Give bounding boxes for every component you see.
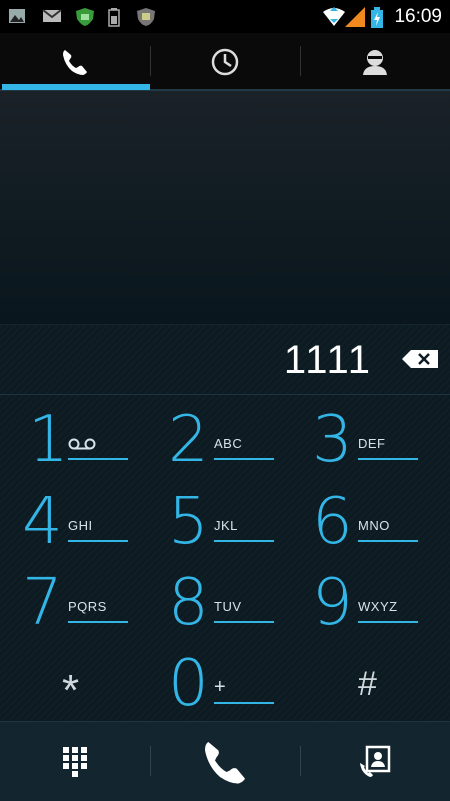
key-letters: PQRS	[68, 599, 107, 614]
key-digit: #	[358, 665, 377, 703]
image-icon	[9, 9, 25, 23]
tab-phone[interactable]	[0, 33, 150, 91]
dial-key-4[interactable]: 4 GHI	[0, 482, 150, 563]
status-bar: 16:09	[0, 0, 450, 33]
dial-key-1[interactable]: 1	[0, 400, 150, 481]
key-underline	[68, 621, 128, 623]
dial-key-5[interactable]: 5 JKL	[146, 482, 296, 563]
display-divider	[0, 394, 450, 395]
key-digit: 5	[168, 485, 209, 559]
battery-small-icon	[108, 8, 120, 27]
key-digit: *	[62, 666, 80, 715]
key-letters: ABC	[214, 436, 243, 451]
key-underline	[358, 540, 418, 542]
key-letters: JKL	[214, 518, 238, 533]
dial-key-hash[interactable]: #	[290, 644, 440, 725]
key-digit: 0	[168, 647, 209, 721]
dial-key-2[interactable]: 2 ABC	[146, 400, 296, 481]
badge-icon	[137, 8, 155, 26]
dial-key-6[interactable]: 6 MNO	[290, 482, 440, 563]
selected-tab-indicator	[2, 84, 150, 90]
key-digit: 6	[312, 485, 353, 559]
wifi-icon	[323, 7, 345, 26]
dial-key-7[interactable]: 7 PQRS	[0, 563, 150, 644]
dialpad-icon	[63, 746, 87, 777]
dial-key-9[interactable]: 9 WXYZ	[290, 563, 440, 644]
key-letters: DEF	[358, 436, 386, 451]
dialer-content-area	[0, 91, 450, 324]
phone-icon	[63, 50, 87, 75]
key-letters: GHI	[68, 518, 93, 533]
person-icon	[363, 50, 387, 75]
key-digit: 7	[22, 566, 63, 640]
dialed-number[interactable]: 1111	[284, 338, 372, 383]
contact-card-button[interactable]	[300, 722, 450, 801]
key-underline	[358, 621, 418, 623]
key-letters: MNO	[358, 518, 390, 533]
key-digit: 2	[168, 403, 209, 477]
key-digit: 3	[312, 403, 353, 477]
dial-key-star[interactable]: *	[0, 644, 150, 725]
dialer-action-bar	[0, 721, 450, 801]
key-digit: 4	[22, 485, 63, 559]
key-underline	[214, 540, 274, 542]
key-underline	[358, 458, 418, 460]
tab-contacts[interactable]	[300, 33, 450, 91]
voicemail-icon	[68, 438, 96, 450]
tab-call-log[interactable]	[150, 33, 300, 91]
contact-card-icon	[360, 745, 391, 777]
call-icon	[205, 741, 245, 784]
key-digit: 9	[312, 566, 353, 640]
shield-icon	[76, 8, 94, 26]
key-letters: WXYZ	[358, 599, 398, 614]
clock-icon	[211, 48, 239, 76]
key-letters: TUV	[214, 599, 242, 614]
tab-bar	[0, 33, 450, 91]
key-underline	[214, 621, 274, 623]
gmail-icon	[42, 9, 62, 22]
key-digit: 8	[168, 566, 209, 640]
signal-icon	[345, 7, 365, 27]
dial-key-3[interactable]: 3 DEF	[290, 400, 440, 481]
key-underline	[214, 458, 274, 460]
key-underline	[214, 702, 274, 704]
key-underline	[68, 458, 128, 460]
call-button[interactable]	[150, 722, 300, 801]
key-underline	[68, 540, 128, 542]
battery-charging-icon	[371, 7, 383, 28]
dial-key-0[interactable]: 0 +	[146, 644, 296, 725]
backspace-icon[interactable]	[402, 350, 438, 368]
key-letters: +	[214, 676, 227, 698]
key-digit: 1	[28, 403, 69, 477]
clock-time: 16:09	[394, 6, 442, 27]
toggle-dialpad-button[interactable]	[0, 722, 150, 801]
dial-key-8[interactable]: 8 TUV	[146, 563, 296, 644]
